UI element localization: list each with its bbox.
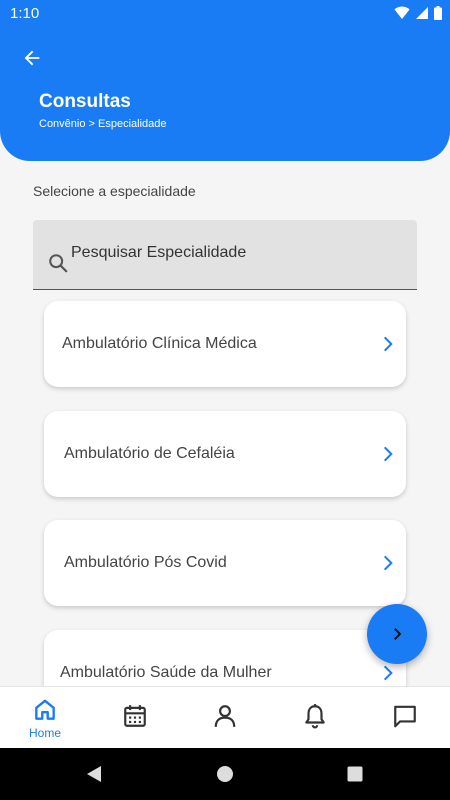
search-input[interactable] [71,244,401,262]
page-title: Consultas [39,91,131,112]
nav-label-home: Home [28,726,61,740]
status-bar: 1:10 [0,0,450,28]
back-triangle-icon[interactable] [85,764,103,784]
chevron-right-icon [383,336,393,352]
chevron-right-icon [394,628,402,640]
chat-icon [394,705,416,728]
search-icon [49,254,68,273]
specialty-label: Ambulatório Clínica Médica [62,335,257,352]
nav-item-messages[interactable] [375,687,435,749]
battery-icon [434,6,442,20]
specialty-label: Ambulatório Saúde da Mulher [60,664,272,681]
chevron-right-icon [383,555,393,571]
recents-square-icon[interactable] [346,764,364,784]
chevron-right-icon [383,665,393,681]
status-time: 1:10 [10,5,40,22]
nav-item-calendar[interactable] [105,687,165,749]
specialty-card[interactable]: Ambulatório Pós Covid [44,520,406,606]
breadcrumb: Convênio > Especialidade [39,118,167,130]
status-icons [394,6,442,20]
nav-item-notifications[interactable] [285,687,345,749]
system-nav-bar [0,748,450,800]
next-fab-button[interactable] [367,604,427,664]
home-circle-icon[interactable] [216,764,234,784]
wifi-icon [394,6,410,19]
bottom-nav: Home [0,686,450,748]
specialty-card[interactable]: Ambulatório de Cefaléia [44,411,406,497]
instruction-text: Selecione a especialidade [33,183,196,199]
signal-icon [416,7,428,19]
calendar-icon [124,705,146,727]
back-button[interactable] [18,44,46,72]
chevron-right-icon [383,446,393,462]
specialty-card[interactable]: Ambulatório Clínica Médica [44,301,406,387]
home-icon [35,699,55,720]
bell-icon [305,704,325,729]
nav-item-home[interactable]: Home [15,687,75,749]
nav-item-profile[interactable] [195,687,255,749]
specialty-label: Ambulatório Pós Covid [64,554,227,571]
user-icon [214,705,236,727]
arrow-left-icon [24,50,40,66]
specialty-label: Ambulatório de Cefaléia [64,445,235,462]
search-field[interactable] [33,220,417,290]
